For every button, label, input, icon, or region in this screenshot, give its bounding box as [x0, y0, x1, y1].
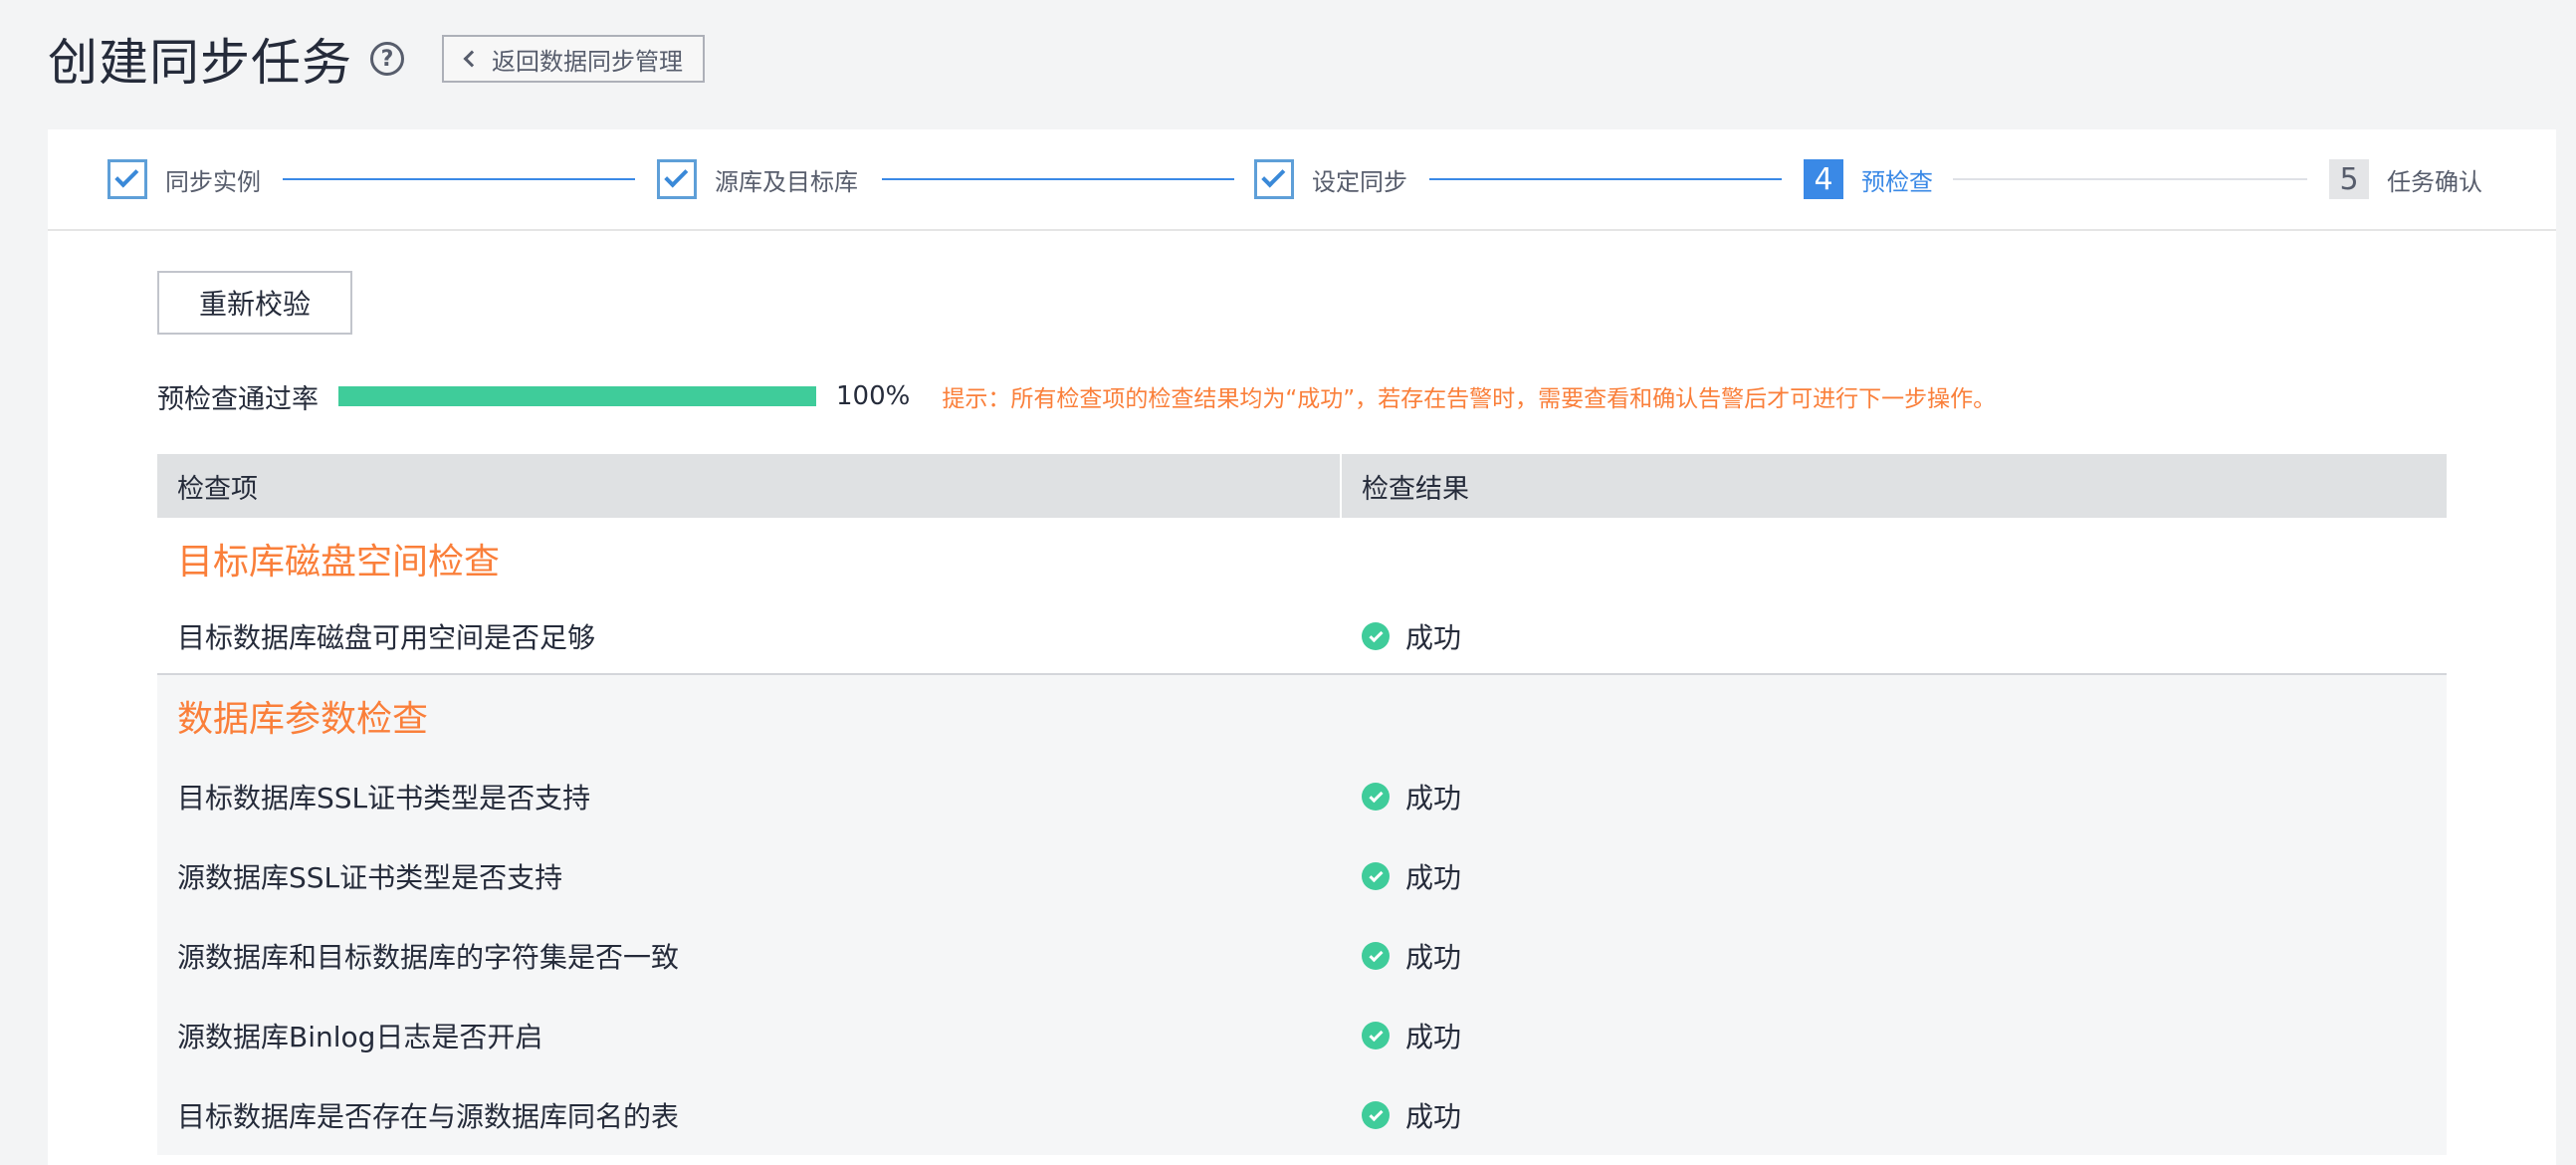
pass-rate-progress-fill — [338, 386, 816, 406]
step-source-target-db: 源库及目标库 — [657, 159, 858, 199]
step-indicator: 同步实例 源库及目标库 设定同步 4 预检查 5 任务确认 — [48, 129, 2556, 231]
check-item: 目标数据库SSL证书类型是否支持 — [177, 782, 591, 815]
step-label: 源库及目标库 — [715, 167, 858, 196]
column-header-check-item: 检查项 — [157, 454, 1342, 518]
table-row: 目标数据库SSL证书类型是否支持 成功 — [157, 757, 2447, 836]
check-icon — [657, 159, 697, 199]
main-panel: 同步实例 源库及目标库 设定同步 4 预检查 5 任务确认 重新校验 预检查通过… — [48, 129, 2556, 1165]
check-group-disk-space: 目标库磁盘空间检查 目标数据库磁盘可用空间是否足够 成功 — [157, 518, 2447, 673]
recheck-button[interactable]: 重新校验 — [157, 271, 352, 335]
back-to-sync-management-button[interactable]: 返回数据同步管理 — [442, 35, 705, 83]
check-item: 目标数据库磁盘可用空间是否足够 — [177, 621, 596, 654]
result-text: 成功 — [1405, 1021, 1462, 1053]
success-check-icon — [1362, 1101, 1390, 1129]
result-text: 成功 — [1405, 621, 1462, 654]
table-row: 目标数据库是否存在与源数据库同名的表 成功 — [157, 1075, 2447, 1155]
step-number: 4 — [1804, 159, 1843, 199]
step-label: 任务确认 — [2387, 167, 2482, 196]
check-result: 成功 — [1342, 1095, 2447, 1135]
pass-rate-value: 100% — [836, 381, 911, 411]
success-check-icon — [1362, 1022, 1390, 1049]
table-row: 源数据库Binlog日志是否开启 成功 — [157, 996, 2447, 1075]
step-sync-instance: 同步实例 — [107, 159, 261, 199]
check-item: 目标数据库是否存在与源数据库同名的表 — [177, 1100, 680, 1133]
step-set-sync: 设定同步 — [1254, 159, 1407, 199]
group-title: 数据库参数检查 — [177, 699, 429, 740]
check-result: 成功 — [1342, 616, 2447, 656]
page-title: 创建同步任务 — [48, 34, 352, 92]
check-result: 成功 — [1342, 856, 2447, 896]
group-title: 目标库磁盘空间检查 — [177, 542, 501, 582]
table-row: 目标数据库磁盘可用空间是否足够 成功 — [157, 599, 2447, 673]
step-connector — [1953, 178, 2307, 180]
table-row: 源数据库SSL证书类型是否支持 成功 — [157, 836, 2447, 916]
step-number: 5 — [2329, 159, 2369, 199]
check-result: 成功 — [1342, 1016, 2447, 1055]
result-text: 成功 — [1405, 861, 1462, 894]
success-check-icon — [1362, 622, 1390, 650]
pass-rate-progress-bar — [338, 386, 816, 406]
check-result: 成功 — [1342, 936, 2447, 976]
pass-rate-tip: 提示：所有检查项的检查结果均为“成功”，若存在告警时，需要查看和确认告警后才可进… — [942, 386, 1997, 412]
result-text: 成功 — [1405, 941, 1462, 974]
chevron-left-icon — [463, 50, 481, 68]
back-button-label: 返回数据同步管理 — [492, 47, 683, 76]
check-item: 源数据库Binlog日志是否开启 — [177, 1021, 543, 1053]
check-result: 成功 — [1342, 777, 2447, 816]
step-connector — [882, 178, 1234, 180]
check-item: 源数据库和目标数据库的字符集是否一致 — [177, 941, 680, 974]
step-label: 设定同步 — [1312, 167, 1407, 196]
precheck-table: 检查项 检查结果 目标库磁盘空间检查 目标数据库磁盘可用空间是否足够 成功 数据… — [157, 454, 2447, 1155]
check-item: 源数据库SSL证书类型是否支持 — [177, 861, 563, 894]
step-precheck: 4 预检查 — [1804, 159, 1933, 199]
table-row: 源数据库和目标数据库的字符集是否一致 成功 — [157, 916, 2447, 996]
pass-rate-label: 预检查通过率 — [157, 383, 319, 415]
step-label: 同步实例 — [165, 167, 261, 196]
precheck-pass-rate: 预检查通过率 100% 提示：所有检查项的检查结果均为“成功”，若存在告警时，需… — [157, 374, 1996, 418]
check-icon — [1254, 159, 1294, 199]
table-header: 检查项 检查结果 — [157, 454, 2447, 518]
success-check-icon — [1362, 862, 1390, 890]
step-task-confirm: 5 任务确认 — [2329, 159, 2482, 199]
column-header-check-result: 检查结果 — [1362, 473, 1469, 505]
step-label: 预检查 — [1861, 167, 1933, 196]
step-connector — [1429, 178, 1782, 180]
check-icon — [107, 159, 147, 199]
step-connector — [283, 178, 635, 180]
success-check-icon — [1362, 783, 1390, 811]
result-text: 成功 — [1405, 1100, 1462, 1133]
check-group-db-params: 数据库参数检查 目标数据库SSL证书类型是否支持 成功 源数据库SSL证书类型是… — [157, 673, 2447, 1155]
success-check-icon — [1362, 942, 1390, 970]
page-header: 创建同步任务 ? 返回数据同步管理 — [48, 24, 705, 94]
question-circle-icon[interactable]: ? — [370, 42, 404, 76]
result-text: 成功 — [1405, 782, 1462, 815]
